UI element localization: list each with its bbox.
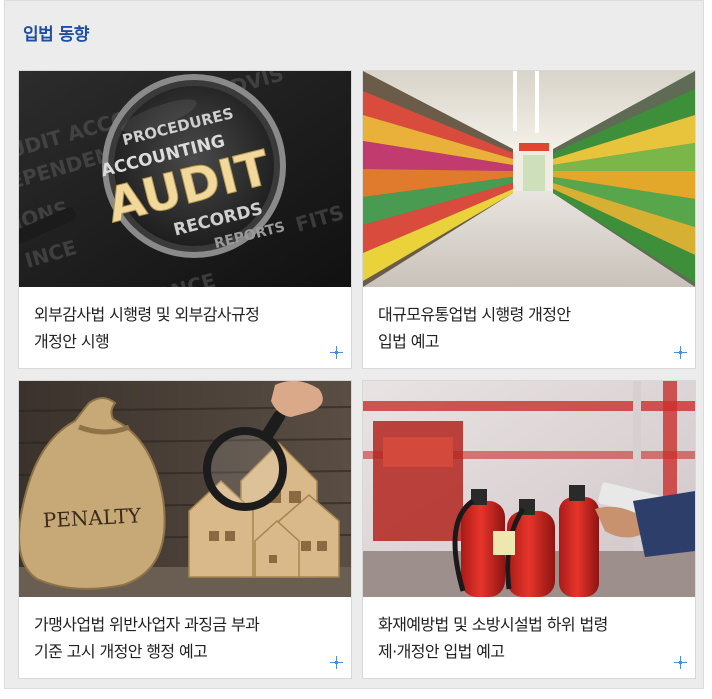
caption-line-2: 입법 예고 <box>378 332 440 351</box>
caption-line-1: 외부감사법 시행령 및 외부감사규정 <box>34 305 260 324</box>
news-card-retail-act[interactable]: 대규모유통업법 시행령 개정안 입법 예고 <box>362 70 696 369</box>
card-caption[interactable]: 가맹사업법 위반사업자 과징금 부과 기준 고시 개정안 행정 예고 <box>34 611 321 665</box>
card-thumbnail-supermarket[interactable] <box>363 71 695 287</box>
card-caption[interactable]: 외부감사법 시행령 및 외부감사규정 개정안 시행 <box>34 301 321 355</box>
section-title: 입법 동향 <box>23 25 89 45</box>
caption-line-1: 대규모유통업법 시행령 개정안 <box>378 305 571 324</box>
news-card-audit-act[interactable]: AUDIT ACCOUNT DEPENDENT IONS INCE COMPLI… <box>18 70 352 369</box>
card-thumbnail-audit[interactable]: AUDIT ACCOUNT DEPENDENT IONS INCE COMPLI… <box>19 71 351 287</box>
caption-line-1: 가맹사업법 위반사업자 과징금 부과 <box>34 615 260 634</box>
card-caption[interactable]: 대규모유통업법 시행령 개정안 입법 예고 <box>378 301 665 355</box>
caption-line-2: 제·개정안 입법 예고 <box>378 642 505 661</box>
plus-more-icon[interactable] <box>330 656 343 669</box>
card-caption[interactable]: 화재예방법 및 소방시설법 하위 법령 제·개정안 입법 예고 <box>378 611 665 665</box>
plus-more-icon[interactable] <box>674 346 687 359</box>
news-card-fire-prevention-act[interactable]: 화재예방법 및 소방시설법 하위 법령 제·개정안 입법 예고 <box>362 380 696 679</box>
caption-line-2: 기준 고시 개정안 행정 예고 <box>34 642 208 661</box>
legislation-trends-panel: 입법 동향 AUDIT ACCOUNT DEPENDENT <box>4 0 704 689</box>
plus-more-icon[interactable] <box>674 656 687 669</box>
card-thumbnail-fire-extinguishers[interactable] <box>363 381 695 597</box>
news-card-franchise-act[interactable]: PENALTY 가맹사업법 위반사업자 과징금 부과 기준 고시 개정안 행정 … <box>18 380 352 679</box>
plus-more-icon[interactable] <box>330 346 343 359</box>
caption-line-2: 개정안 시행 <box>34 332 110 351</box>
card-thumbnail-penalty[interactable]: PENALTY <box>19 381 351 597</box>
caption-line-1: 화재예방법 및 소방시설법 하위 법령 <box>378 615 608 634</box>
